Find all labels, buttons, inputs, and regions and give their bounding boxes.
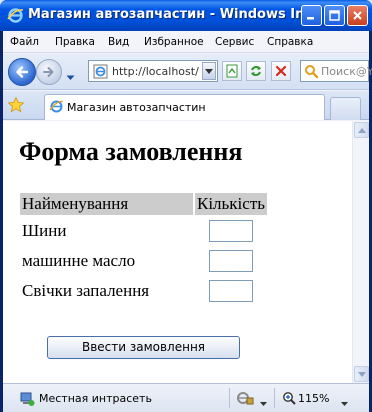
tab-title: Магазин автозапчастин: [67, 101, 206, 114]
status-bar: Местная интрасеть 115%: [3, 383, 369, 412]
chevron-up-icon: [357, 127, 366, 133]
title-bar[interactable]: Магазин автозапчастин - Windows Inter...: [0, 0, 372, 31]
menu-help[interactable]: Справка: [267, 36, 313, 48]
submit-order-button[interactable]: Ввести замовлення: [47, 336, 240, 359]
close-window-button[interactable]: [347, 5, 368, 26]
stop-button[interactable]: [271, 61, 291, 81]
ie-logo-icon: [7, 7, 24, 24]
security-zone-label: Местная интрасеть: [39, 392, 152, 405]
arrow-left-icon: [16, 66, 29, 78]
back-button[interactable]: [8, 58, 36, 86]
vertical-scrollbar[interactable]: [352, 121, 369, 383]
menu-bar: Файл Правка Вид Избранное Сервис Справка: [3, 31, 369, 53]
protected-mode-dropdown-icon[interactable]: [260, 396, 267, 409]
search-input[interactable]: Поиск@Y: [300, 60, 372, 84]
scroll-down-button[interactable]: [354, 366, 369, 382]
refresh-button[interactable]: [246, 61, 266, 81]
stop-icon: [275, 65, 287, 77]
table-row: Шини: [20, 217, 267, 245]
forward-button[interactable]: [36, 59, 62, 85]
page-title: Форма замовлення: [19, 137, 243, 166]
tab-bar: Магазин автозапчастин: [3, 91, 369, 120]
column-header-name: Найменування: [20, 193, 193, 215]
favorites-star-icon[interactable]: [7, 96, 25, 119]
address-dropdown-icon[interactable]: [202, 62, 216, 80]
chevron-down-icon: [357, 371, 366, 377]
address-field[interactable]: http://localhost/: [88, 60, 218, 82]
zoom-level[interactable]: 115%: [298, 392, 329, 405]
column-header-quantity: Кількість: [195, 193, 268, 215]
table-header-row: Найменування Кількість: [20, 193, 268, 215]
menu-file[interactable]: Файл: [10, 36, 39, 48]
search-icon: [304, 64, 319, 84]
browser-window: Магазин автозапчастин - Windows Inter...…: [0, 0, 372, 412]
status-divider: [274, 388, 275, 408]
zoom-dropdown-icon[interactable]: [341, 396, 348, 409]
table-row: машинне масло: [20, 247, 267, 275]
refresh-icon: [251, 66, 261, 76]
window-title: Магазин автозапчастин - Windows Inter...: [28, 7, 308, 22]
minimize-button[interactable]: [301, 5, 322, 26]
url-text: http://localhost/: [112, 65, 199, 78]
quantity-cell: [195, 277, 267, 305]
menu-edit[interactable]: Правка: [55, 36, 95, 48]
scroll-up-button[interactable]: [354, 122, 369, 138]
status-divider: [229, 388, 230, 408]
zoom-icon[interactable]: [282, 391, 296, 408]
item-name: Свічки запалення: [22, 281, 150, 300]
tab-active[interactable]: Магазин автозапчастин: [44, 94, 325, 120]
quantity-input-spark-plugs[interactable]: [209, 280, 253, 302]
protected-mode-icon[interactable]: [236, 390, 254, 409]
compatibility-view-button[interactable]: [222, 61, 242, 81]
arrow-right-icon: [43, 67, 54, 77]
browser-chrome: Файл Правка Вид Избранное Сервис Справка: [3, 31, 372, 412]
item-name: машинне масло: [22, 251, 136, 270]
menu-view[interactable]: Вид: [108, 36, 129, 48]
item-name: Шини: [22, 221, 67, 240]
table-row: Свічки запалення: [20, 277, 267, 305]
page-content: Форма замовлення Найменування Кількість …: [3, 121, 352, 383]
search-placeholder: Поиск@Y: [321, 65, 372, 78]
address-toolbar: http://localhost/ Поиск@Y: [3, 54, 372, 90]
quantity-cell: [195, 217, 267, 245]
quantity-input-oil[interactable]: [209, 250, 253, 272]
compatibility-icon: [226, 64, 238, 78]
ie-page-icon: [49, 99, 64, 119]
new-tab-button[interactable]: [330, 97, 361, 120]
quantity-input-tires[interactable]: [209, 220, 253, 242]
maximize-button[interactable]: [324, 5, 345, 26]
menu-tools[interactable]: Сервис: [215, 36, 254, 48]
order-table: Найменування Кількість Шини машинне масл…: [18, 191, 269, 307]
intranet-zone-icon: [19, 391, 35, 410]
history-dropdown-icon[interactable]: [66, 68, 75, 86]
quantity-cell: [195, 247, 267, 275]
page-icon: [93, 64, 108, 79]
menu-favorites[interactable]: Избранное: [144, 36, 204, 48]
